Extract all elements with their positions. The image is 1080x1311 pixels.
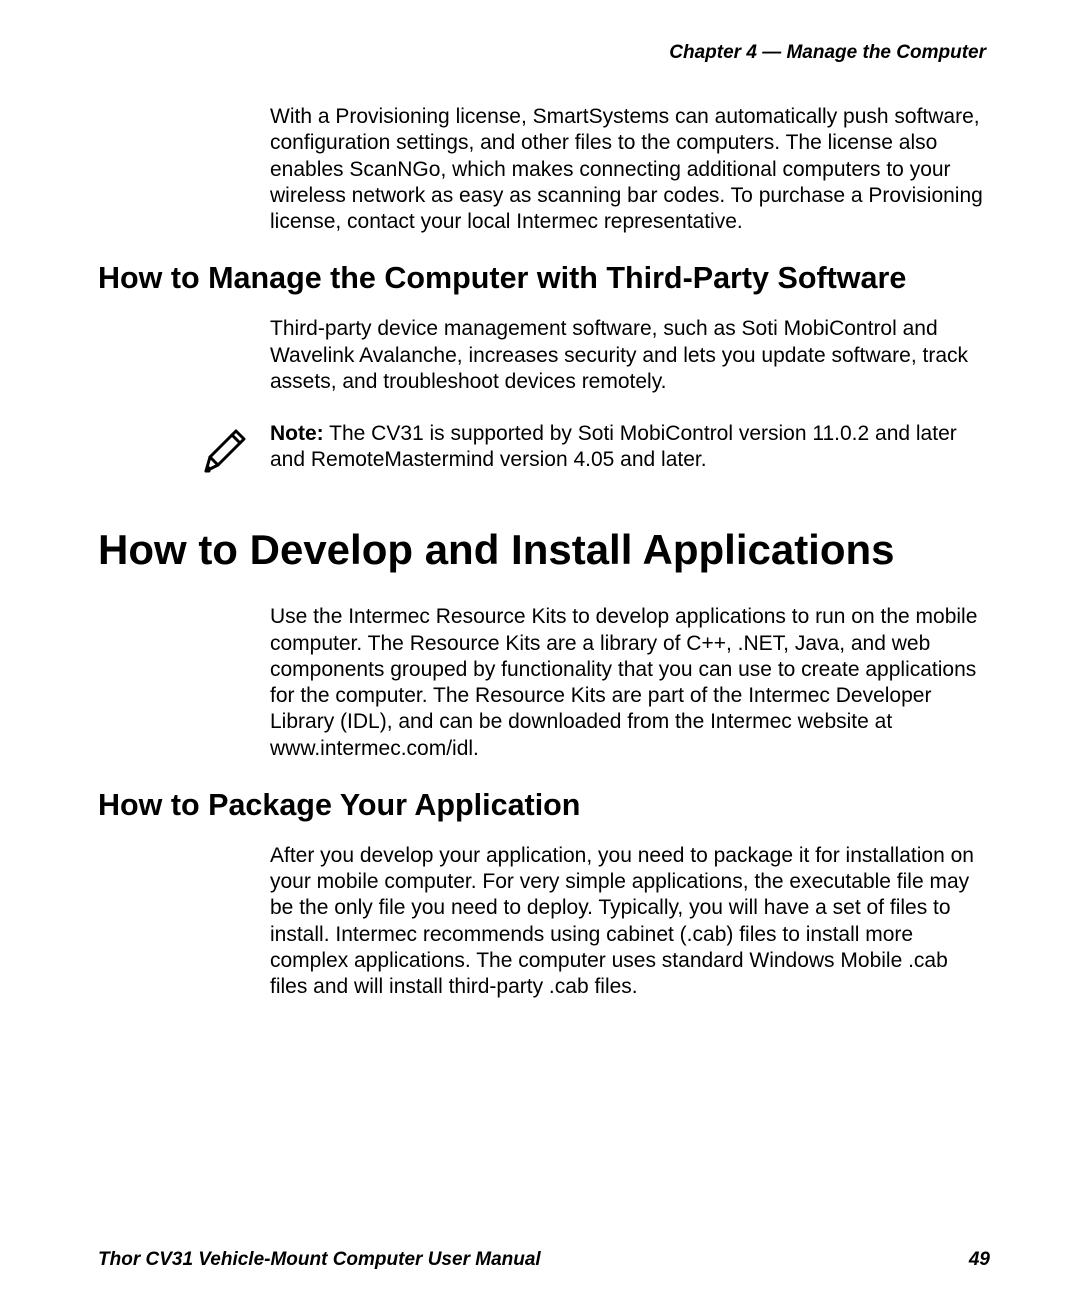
develop-paragraph: Use the Intermec Resource Kits to develo… [270, 604, 986, 762]
note-body: The CV31 is supported by Soti MobiContro… [270, 422, 957, 471]
pencil-note-icon [198, 423, 248, 488]
note-label: Note: [270, 422, 324, 445]
note-block: Note: The CV31 is supported by Soti Mobi… [198, 421, 986, 488]
heading-package-application: How to Package Your Application [98, 788, 990, 823]
footer-page-number: 49 [969, 1249, 990, 1271]
footer-manual-title: Thor CV31 Vehicle-Mount Computer User Ma… [98, 1249, 541, 1271]
heading-develop-install: How to Develop and Install Applications [98, 526, 990, 574]
note-text: Note: The CV31 is supported by Soti Mobi… [270, 421, 986, 474]
package-paragraph: After you develop your application, you … [270, 843, 986, 1001]
page-footer: Thor CV31 Vehicle-Mount Computer User Ma… [98, 1249, 990, 1271]
chapter-header: Chapter 4 — Manage the Computer [98, 42, 990, 64]
third-party-paragraph: Third-party device management software, … [270, 316, 986, 395]
intro-paragraph: With a Provisioning license, SmartSystem… [270, 104, 986, 235]
heading-third-party-software: How to Manage the Computer with Third-Pa… [98, 261, 990, 296]
